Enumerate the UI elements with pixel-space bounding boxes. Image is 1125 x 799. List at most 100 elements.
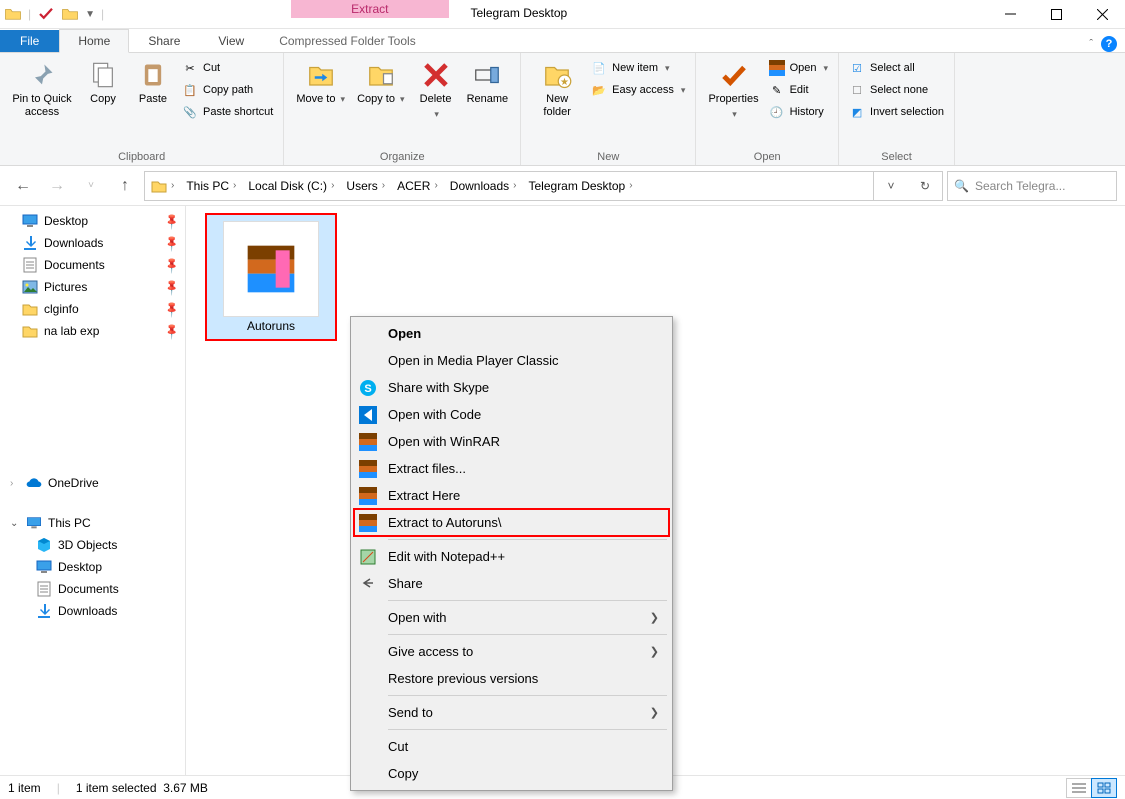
qat-dropdown-icon[interactable]: ▼ bbox=[85, 9, 95, 20]
close-button[interactable] bbox=[1079, 0, 1125, 29]
breadcrumb-bar[interactable]: › This PC›Local Disk (C:)›Users›ACER›Dow… bbox=[144, 171, 943, 201]
paste-button[interactable]: Paste bbox=[128, 57, 178, 108]
ctx-open-with[interactable]: Open with❯ bbox=[354, 604, 669, 631]
winrar-icon bbox=[769, 60, 785, 76]
select-none-button[interactable]: ☐Select none bbox=[845, 81, 948, 99]
file-name-label: Autoruns bbox=[247, 317, 295, 333]
share-tab[interactable]: Share bbox=[129, 29, 199, 52]
nav-item-desktop[interactable]: Desktop📌 bbox=[0, 210, 185, 232]
maximize-button[interactable] bbox=[1033, 0, 1079, 29]
nav-item-downloads[interactable]: Downloads📌 bbox=[0, 232, 185, 254]
pin-icon: 📌 bbox=[163, 278, 182, 297]
context-menu: OpenOpen in Media Player ClassicSShare w… bbox=[350, 316, 673, 791]
3d-icon bbox=[36, 537, 52, 553]
nav-item-clginfo[interactable]: clginfo📌 bbox=[0, 298, 185, 320]
search-icon: 🔍 bbox=[954, 179, 969, 193]
easy-access-button[interactable]: 📂Easy access bbox=[587, 81, 689, 99]
chevron-right-icon[interactable]: › bbox=[10, 478, 20, 489]
breadcrumb-root[interactable]: › bbox=[145, 172, 180, 200]
breadcrumb-segment[interactable]: Telegram Desktop› bbox=[523, 172, 639, 200]
properties-button[interactable]: Properties bbox=[702, 57, 764, 123]
chevron-down-icon[interactable]: ⌄ bbox=[10, 518, 20, 529]
breadcrumb-segment[interactable]: Users› bbox=[340, 172, 391, 200]
invert-selection-button[interactable]: ◩Invert selection bbox=[845, 103, 948, 121]
ctx-edit-with-notepad-[interactable]: Edit with Notepad++ bbox=[354, 543, 669, 570]
select-all-button[interactable]: ☑Select all bbox=[845, 59, 948, 77]
view-tab[interactable]: View bbox=[199, 29, 263, 52]
folder-icon bbox=[151, 178, 167, 194]
recent-dropdown[interactable]: ˅ bbox=[76, 171, 106, 201]
navigation-pane: Desktop📌Downloads📌Documents📌Pictures📌clg… bbox=[0, 206, 186, 775]
nav-item-documents[interactable]: Documents bbox=[0, 578, 185, 600]
ctx-open-with-code[interactable]: Open with Code bbox=[354, 401, 669, 428]
nav-item-na-lab-exp[interactable]: na lab exp📌 bbox=[0, 320, 185, 342]
address-dropdown[interactable]: ˅ bbox=[874, 172, 908, 200]
view-details-button[interactable] bbox=[1066, 778, 1092, 798]
ctx-open-in-media-player-classic[interactable]: Open in Media Player Classic bbox=[354, 347, 669, 374]
ctx-give-access-to[interactable]: Give access to❯ bbox=[354, 638, 669, 665]
download-icon bbox=[22, 235, 38, 251]
history-button[interactable]: 🕘History bbox=[765, 103, 832, 121]
nav-thispc[interactable]: ⌄ This PC bbox=[0, 512, 185, 534]
file-item-autoruns[interactable]: Autoruns bbox=[206, 214, 336, 340]
back-button[interactable]: ← bbox=[8, 171, 38, 201]
winrar-archive-icon bbox=[223, 221, 319, 317]
copy-to-button[interactable]: Copy to bbox=[351, 57, 411, 108]
copy-button[interactable]: Copy bbox=[78, 57, 128, 108]
breadcrumb-segment[interactable]: Downloads› bbox=[444, 172, 523, 200]
ctx-send-to[interactable]: Send to❯ bbox=[354, 699, 669, 726]
move-to-button[interactable]: Move to bbox=[290, 57, 351, 108]
minimize-button[interactable] bbox=[987, 0, 1033, 29]
nav-item-downloads[interactable]: Downloads bbox=[0, 600, 185, 622]
history-icon: 🕘 bbox=[769, 104, 785, 120]
document-icon bbox=[22, 257, 38, 273]
refresh-button[interactable]: ↻ bbox=[908, 172, 942, 200]
nav-item-pictures[interactable]: Pictures📌 bbox=[0, 276, 185, 298]
ctx-open[interactable]: Open bbox=[354, 320, 669, 347]
file-tab[interactable]: File bbox=[0, 30, 59, 52]
window-controls bbox=[987, 0, 1125, 28]
new-label: New bbox=[521, 150, 695, 165]
contextual-subtab[interactable]: Compressed Folder Tools bbox=[267, 30, 428, 52]
pin-quick-access-button[interactable]: Pin to Quick access bbox=[6, 57, 78, 121]
help-icon[interactable]: ? bbox=[1101, 36, 1117, 52]
breadcrumb-segment[interactable]: ACER› bbox=[391, 172, 444, 200]
contextual-tab-label[interactable]: Extract bbox=[291, 0, 448, 18]
nav-onedrive[interactable]: › OneDrive bbox=[0, 472, 185, 494]
shortcut-icon: 📎 bbox=[182, 104, 198, 120]
copy-path-button[interactable]: 📋Copy path bbox=[178, 81, 277, 99]
breadcrumb-segment[interactable]: This PC› bbox=[180, 172, 242, 200]
ctx-copy[interactable]: Copy bbox=[354, 760, 669, 787]
edit-button[interactable]: ✎Edit bbox=[765, 81, 832, 99]
chevron-right-icon: › bbox=[629, 180, 632, 191]
nav-item-desktop[interactable]: Desktop bbox=[0, 556, 185, 578]
folder-icon[interactable] bbox=[61, 5, 79, 23]
ctx-share[interactable]: Share bbox=[354, 570, 669, 597]
properties-icon[interactable] bbox=[37, 5, 55, 23]
cut-button[interactable]: ✂Cut bbox=[178, 59, 277, 77]
pin-icon: 📌 bbox=[163, 322, 182, 341]
view-large-icons-button[interactable] bbox=[1091, 778, 1117, 798]
new-folder-button[interactable]: ★ New folder bbox=[527, 57, 587, 121]
ctx-extract-to-autoruns-[interactable]: Extract to Autoruns\ bbox=[354, 509, 669, 536]
home-tab[interactable]: Home bbox=[59, 29, 129, 53]
open-button[interactable]: Open bbox=[765, 59, 832, 77]
ctx-extract-here[interactable]: Extract Here bbox=[354, 482, 669, 509]
new-item-button[interactable]: 📄New item bbox=[587, 59, 689, 77]
ctx-open-with-winrar[interactable]: Open with WinRAR bbox=[354, 428, 669, 455]
up-button[interactable]: ↑ bbox=[110, 171, 140, 201]
ctx-cut[interactable]: Cut bbox=[354, 733, 669, 760]
search-input[interactable]: 🔍 Search Telegra... bbox=[947, 171, 1117, 201]
nav-item-3d-objects[interactable]: 3D Objects bbox=[0, 534, 185, 556]
delete-button[interactable]: Delete bbox=[411, 57, 461, 123]
rename-button[interactable]: Rename bbox=[461, 57, 515, 108]
ctx-restore-previous-versions[interactable]: Restore previous versions bbox=[354, 665, 669, 692]
ctx-share-with-skype[interactable]: SShare with Skype bbox=[354, 374, 669, 401]
breadcrumb-segment[interactable]: Local Disk (C:)› bbox=[242, 172, 340, 200]
nav-item-documents[interactable]: Documents📌 bbox=[0, 254, 185, 276]
chevron-right-icon: ❯ bbox=[650, 645, 659, 658]
chevron-up-icon[interactable]: ˆ bbox=[1089, 38, 1093, 50]
paste-shortcut-button[interactable]: 📎Paste shortcut bbox=[178, 103, 277, 121]
ctx-extract-files-[interactable]: Extract files... bbox=[354, 455, 669, 482]
forward-button[interactable]: → bbox=[42, 171, 72, 201]
